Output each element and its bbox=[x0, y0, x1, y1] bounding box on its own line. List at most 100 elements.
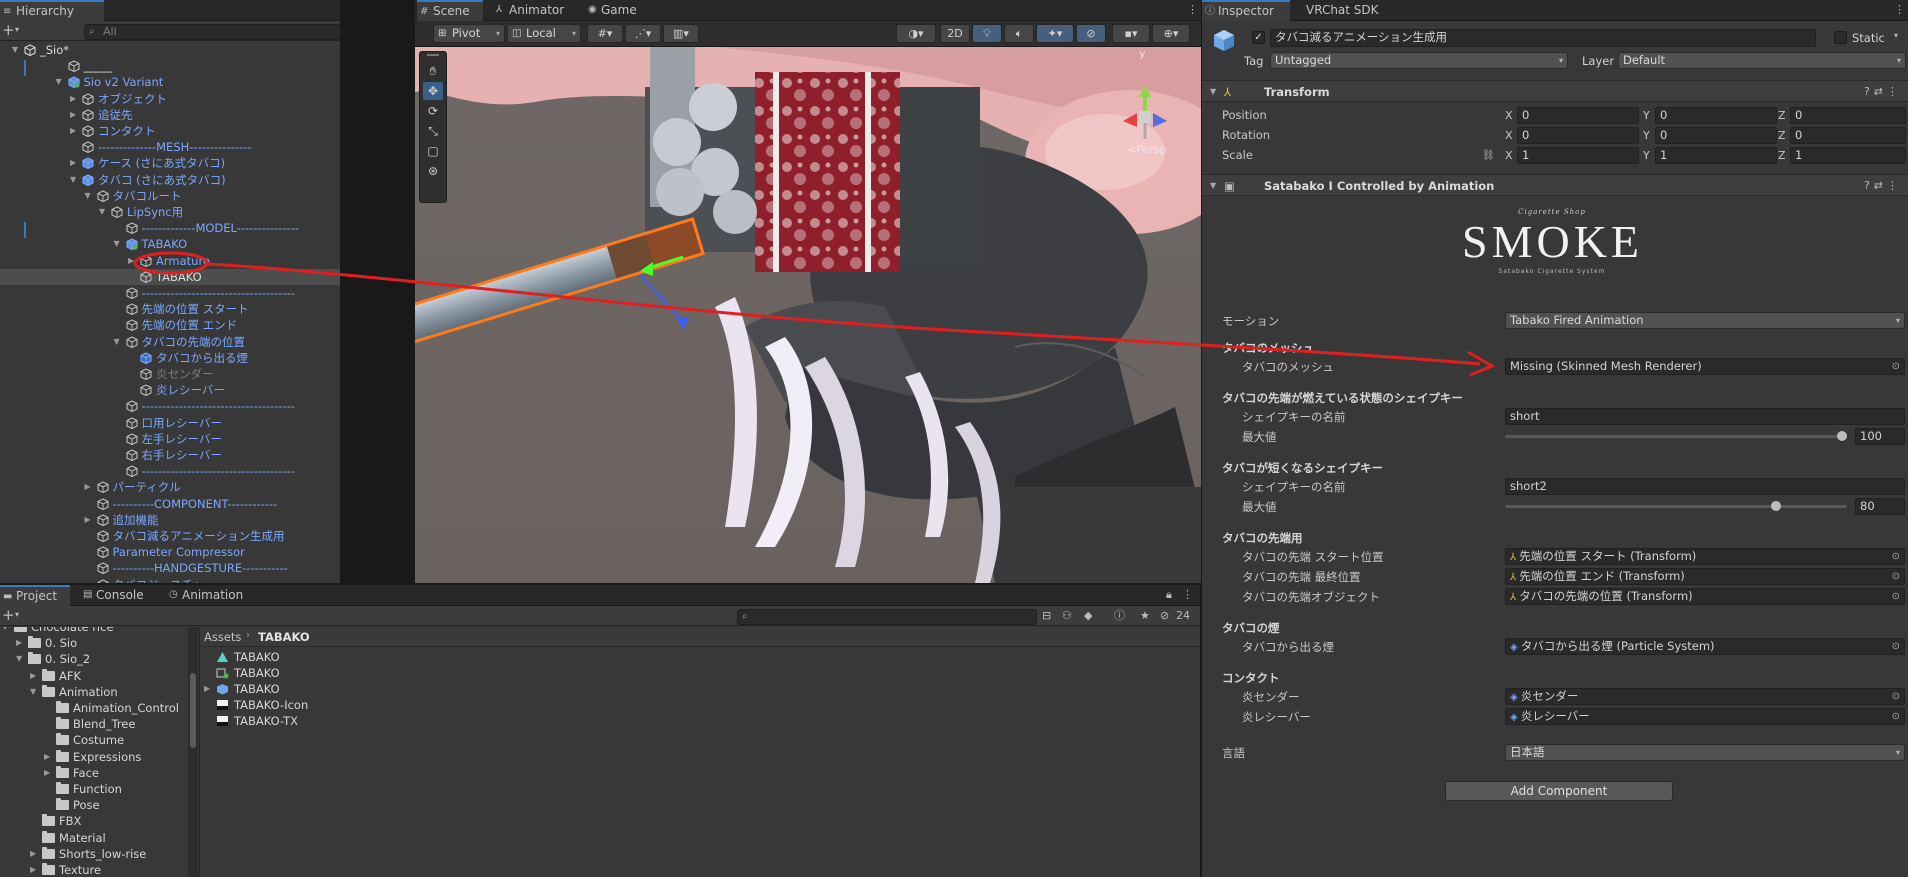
static-checkbox[interactable] bbox=[1834, 31, 1847, 44]
tab-console[interactable]: ▤ Console bbox=[80, 585, 156, 606]
component-header-icons[interactable]: ?⇄⋮ bbox=[1864, 81, 1902, 103]
project-folder-row[interactable]: Costume bbox=[0, 732, 188, 748]
project-folder-row[interactable]: Pose bbox=[0, 797, 188, 813]
add-component-button[interactable]: Add Component bbox=[1445, 781, 1673, 801]
tip-start-field[interactable]: ⅄ 先端の位置 スタート (Transform) ⊙ bbox=[1505, 548, 1905, 565]
hierarchy-row[interactable]: ------------------------------------- bbox=[0, 463, 340, 479]
collapsed-arrow-icon[interactable]: ▶ bbox=[128, 253, 138, 269]
hierarchy-row[interactable]: Parameter Compressor bbox=[0, 544, 340, 560]
transform-value-field[interactable]: 0 bbox=[1790, 127, 1906, 144]
hierarchy-row[interactable]: ----------COMPONENT------------ bbox=[0, 496, 340, 512]
hierarchy-row[interactable]: ▼_Sio*⋮ bbox=[0, 42, 340, 58]
hierarchy-row[interactable]: ▼Sio v2 Variant› bbox=[0, 74, 340, 90]
project-folder-row[interactable]: ▼ Animation bbox=[0, 684, 188, 700]
draw-mode-button[interactable]: ◑▾ bbox=[896, 24, 936, 43]
tag-dropdown[interactable]: Untagged ▾ bbox=[1270, 52, 1568, 69]
tip-end-field[interactable]: ⅄ 先端の位置 エンド (Transform) ⊙ bbox=[1505, 568, 1905, 585]
collapsed-arrow-icon[interactable]: ▶ bbox=[30, 846, 36, 862]
tip-object-field[interactable]: ⅄ タバコの先端の位置 (Transform) ⊙ bbox=[1505, 588, 1905, 605]
expanded-arrow-icon[interactable]: ▼ bbox=[12, 42, 22, 58]
lock-icon[interactable]: 🔒︎ bbox=[1166, 588, 1172, 602]
hierarchy-row[interactable]: ▼ TABAKO bbox=[0, 236, 340, 252]
hidden-objects-toggle[interactable]: ⊘ bbox=[1076, 24, 1106, 43]
project-folder-row[interactable]: Animation_Control bbox=[0, 700, 188, 716]
slider-track[interactable] bbox=[1505, 505, 1847, 508]
transform-value-field[interactable]: 1 bbox=[1790, 147, 1906, 164]
receiver-field[interactable]: ◈ 炎レシーバー ⊙ bbox=[1505, 708, 1905, 725]
project-folder-row[interactable]: ▶ Texture bbox=[0, 862, 188, 877]
hierarchy-row[interactable]: 先端の位置 エンド bbox=[0, 317, 340, 333]
object-picker-icon[interactable]: ⊙ bbox=[1892, 569, 1900, 584]
language-dropdown[interactable]: 日本語 ▾ bbox=[1505, 744, 1905, 761]
hierarchy-row[interactable]: ▼ タバコの先端の位置 bbox=[0, 334, 340, 350]
persp-label[interactable]: <Persp bbox=[1127, 143, 1166, 156]
object-picker-icon[interactable]: ⊙ bbox=[1892, 639, 1900, 654]
transform-value-field[interactable]: 0 bbox=[1655, 107, 1777, 124]
expanded-arrow-icon[interactable]: ▼ bbox=[30, 684, 36, 700]
motion-dropdown[interactable]: Tabako Fired Animation ▾ bbox=[1505, 312, 1905, 329]
drag-handle[interactable] bbox=[427, 54, 439, 56]
grid-snap-button[interactable]: #▾ bbox=[587, 24, 623, 43]
hierarchy-search-input[interactable]: ⌕ All bbox=[84, 24, 340, 40]
hierarchy-row[interactable]: TABAKO bbox=[0, 268, 340, 285]
tab-hierarchy[interactable]: ≡ Hierarchy bbox=[0, 0, 104, 21]
hierarchy-row[interactable]: タバコジェスチャー bbox=[0, 577, 340, 583]
chevron-down-icon[interactable]: ▾ bbox=[1894, 31, 1898, 40]
satabako-component-header[interactable]: ▼ ▣ Satabako I Controlled by Animation ?… bbox=[1202, 174, 1908, 196]
add-icon[interactable]: + bbox=[2, 23, 15, 38]
rotate-tool-button[interactable]: ⟳ bbox=[423, 102, 443, 120]
asset-item[interactable]: ▶ TABAKO bbox=[200, 681, 500, 697]
ruler-button[interactable]: ▥▾ bbox=[663, 24, 699, 43]
project-folder-row[interactable]: Blend_Tree bbox=[0, 716, 188, 732]
sender-field[interactable]: ◈ 炎センダー ⊙ bbox=[1505, 688, 1905, 705]
smoke-field[interactable]: ◈ タバコから出る煙 (Particle System) ⊙ bbox=[1505, 638, 1905, 655]
collapsed-arrow-icon[interactable]: ▶ bbox=[70, 123, 80, 139]
object-picker-icon[interactable]: ⊙ bbox=[1892, 359, 1900, 374]
project-folder-row[interactable]: Material bbox=[0, 830, 188, 846]
project-folder-row[interactable]: ▶ Face bbox=[0, 765, 188, 781]
short-max-slider[interactable]: 80 bbox=[1505, 498, 1905, 515]
hierarchy-row[interactable]: ------------------------------------- bbox=[0, 398, 340, 414]
object-name-field[interactable]: タバコ減るアニメーション生成用 bbox=[1270, 29, 1816, 47]
hierarchy-row[interactable]: 炎レシーバー bbox=[0, 382, 340, 398]
project-folder-row[interactable]: ▶ 0. Sio bbox=[0, 635, 188, 651]
audio-toggle[interactable]: 🔈︎ bbox=[1004, 24, 1034, 43]
project-folder-row[interactable]: ▶ AFK bbox=[0, 668, 188, 684]
hand-tool-button[interactable]: ✋︎ bbox=[423, 62, 443, 80]
slider-value-field[interactable]: 80 bbox=[1855, 498, 1905, 515]
tab-scene[interactable]: # Scene bbox=[417, 0, 483, 21]
project-folder-row[interactable]: FBX bbox=[0, 813, 188, 829]
kebab-menu-icon[interactable]: ⋮ bbox=[1182, 588, 1193, 602]
collapsed-arrow-icon[interactable]: ▶ bbox=[30, 668, 36, 684]
project-folder-row[interactable]: ▼ 0. Sio_2 bbox=[0, 651, 188, 667]
collapsed-arrow-icon[interactable]: ▶ bbox=[70, 107, 80, 123]
slider-knob[interactable] bbox=[1770, 501, 1781, 511]
hierarchy-row[interactable]: タバコ減るアニメーション生成用 bbox=[0, 528, 340, 544]
hierarchy-row[interactable]: ▶ パーティクル bbox=[0, 479, 340, 495]
chevron-down-icon[interactable]: ▾ bbox=[15, 608, 19, 622]
collapsed-arrow-icon[interactable]: ▶ bbox=[44, 765, 50, 781]
object-picker-icon[interactable]: ⊙ bbox=[1892, 709, 1900, 724]
tab-project[interactable]: ▬ Project bbox=[0, 585, 70, 606]
scale-tool-button[interactable]: ⤡ bbox=[423, 122, 443, 140]
burn-shapekey-name-field[interactable]: short bbox=[1505, 408, 1905, 425]
project-folder-row[interactable]: Function bbox=[0, 781, 188, 797]
transform-value-field[interactable]: 1 bbox=[1655, 147, 1777, 164]
transform-value-field[interactable]: 1 bbox=[1517, 147, 1639, 164]
tab-vrchat-sdk[interactable]: VRChat SDK bbox=[1298, 0, 1388, 21]
filter-by-type-icon[interactable]: ⚇ bbox=[1062, 609, 1072, 623]
hierarchy-row[interactable]: ▶ Armature bbox=[0, 253, 340, 269]
asset-item[interactable]: TABAKO bbox=[200, 665, 500, 681]
asset-item[interactable]: TABAKO bbox=[200, 649, 500, 665]
expanded-arrow-icon[interactable]: ▼ bbox=[85, 188, 95, 204]
expanded-arrow-icon[interactable]: ▼ bbox=[114, 236, 124, 252]
asset-item[interactable]: TABAKO-TX bbox=[200, 713, 500, 729]
asset-item[interactable]: TABAKO-Icon bbox=[200, 697, 500, 713]
effects-toggle[interactable]: ✦▾ bbox=[1036, 24, 1074, 43]
hierarchy-row[interactable]: ▼ タバコルート bbox=[0, 188, 340, 204]
transform-value-field[interactable]: 0 bbox=[1517, 107, 1639, 124]
expanded-arrow-icon[interactable]: ▼ bbox=[2, 627, 8, 635]
local-dropdown[interactable]: ◫ Local ▾ bbox=[507, 24, 581, 43]
hierarchy-row[interactable]: 左手レシーバー bbox=[0, 431, 340, 447]
project-tree-scrollbar[interactable] bbox=[188, 627, 198, 877]
